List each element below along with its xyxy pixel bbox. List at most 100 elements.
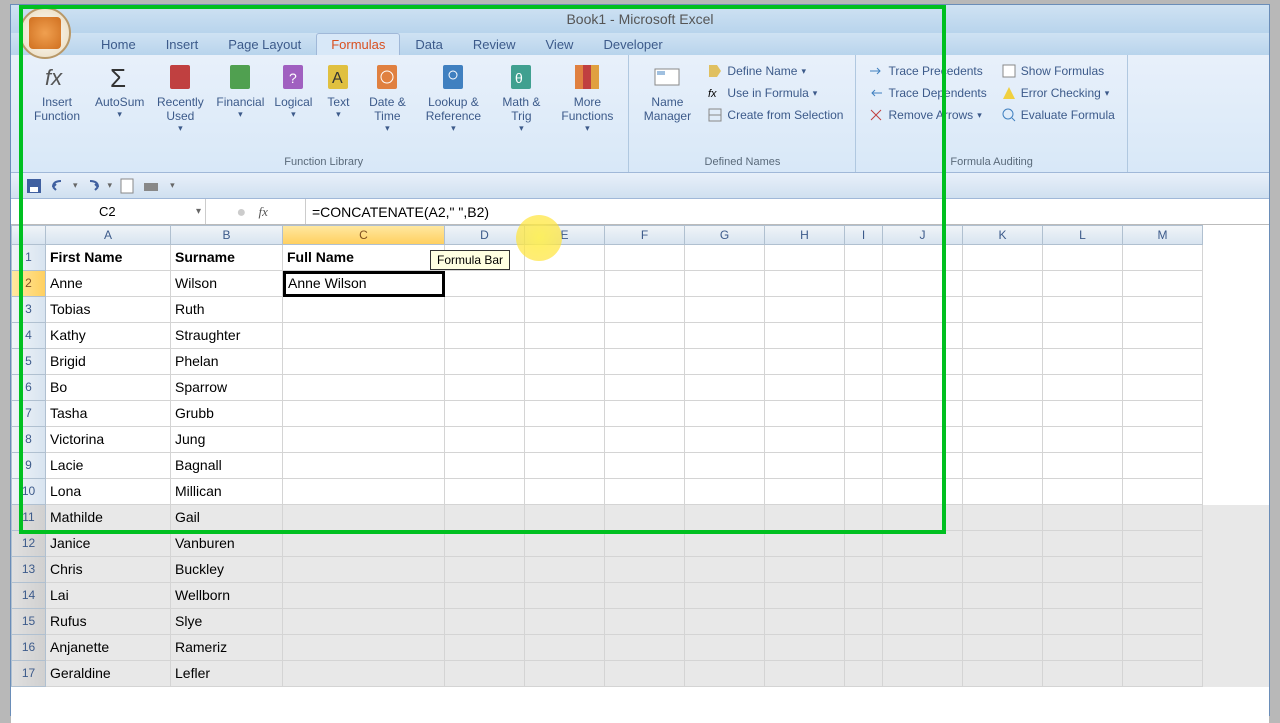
- row-header[interactable]: 1: [11, 245, 46, 271]
- cell[interactable]: [1043, 245, 1123, 271]
- cell[interactable]: Grubb: [171, 401, 283, 427]
- name-box[interactable]: C2 ▾: [11, 199, 206, 224]
- cell[interactable]: [883, 557, 963, 583]
- cell[interactable]: [1123, 349, 1203, 375]
- cell[interactable]: [963, 297, 1043, 323]
- evaluate-formula-button[interactable]: Evaluate Formula: [997, 105, 1119, 125]
- cell[interactable]: [525, 245, 605, 271]
- cell[interactable]: [283, 557, 445, 583]
- cell[interactable]: [283, 505, 445, 531]
- cell[interactable]: [765, 505, 845, 531]
- cell[interactable]: [883, 349, 963, 375]
- cell[interactable]: Wellborn: [171, 583, 283, 609]
- cell[interactable]: [525, 557, 605, 583]
- cell[interactable]: Straughter: [171, 323, 283, 349]
- cell[interactable]: [445, 271, 525, 297]
- cell[interactable]: [525, 531, 605, 557]
- cancel-icon[interactable]: ●: [237, 204, 253, 220]
- math-trig-button[interactable]: θ Math & Trig ▾: [492, 59, 550, 136]
- cell[interactable]: [845, 531, 883, 557]
- text-button[interactable]: A Text ▾: [318, 59, 358, 136]
- cell[interactable]: Jung: [171, 427, 283, 453]
- cell[interactable]: [845, 427, 883, 453]
- cell[interactable]: [1043, 609, 1123, 635]
- cell[interactable]: Phelan: [171, 349, 283, 375]
- cell[interactable]: [525, 271, 605, 297]
- cell[interactable]: [445, 609, 525, 635]
- cell[interactable]: [1123, 661, 1203, 687]
- row-header[interactable]: 3: [11, 297, 46, 323]
- cell[interactable]: [845, 271, 883, 297]
- worksheet-grid[interactable]: ABCDEFGHIJKLM 1First NameSurnameFull Nam…: [11, 225, 1269, 723]
- cell[interactable]: [1043, 427, 1123, 453]
- cell[interactable]: [963, 427, 1043, 453]
- tab-insert[interactable]: Insert: [151, 33, 214, 55]
- cell[interactable]: [765, 453, 845, 479]
- cell[interactable]: [963, 557, 1043, 583]
- cell[interactable]: [685, 323, 765, 349]
- cell[interactable]: [1043, 583, 1123, 609]
- col-header-I[interactable]: I: [845, 225, 883, 245]
- cell[interactable]: [283, 609, 445, 635]
- cell[interactable]: [963, 531, 1043, 557]
- cell[interactable]: [845, 349, 883, 375]
- tab-page-layout[interactable]: Page Layout: [213, 33, 316, 55]
- cell[interactable]: [765, 531, 845, 557]
- cell[interactable]: [525, 609, 605, 635]
- col-header-K[interactable]: K: [963, 225, 1043, 245]
- cell[interactable]: [883, 479, 963, 505]
- cell[interactable]: [525, 323, 605, 349]
- tab-home[interactable]: Home: [86, 33, 151, 55]
- cell[interactable]: [1123, 271, 1203, 297]
- col-header-C[interactable]: C: [283, 225, 445, 245]
- cell[interactable]: [685, 271, 765, 297]
- cell[interactable]: [445, 453, 525, 479]
- cell[interactable]: [525, 349, 605, 375]
- cell[interactable]: [525, 401, 605, 427]
- cell[interactable]: [605, 557, 685, 583]
- chevron-down-icon[interactable]: ▾: [196, 206, 201, 217]
- col-header-H[interactable]: H: [765, 225, 845, 245]
- cell[interactable]: Bagnall: [171, 453, 283, 479]
- cell[interactable]: [605, 323, 685, 349]
- cell[interactable]: [765, 245, 845, 271]
- cell[interactable]: Chris: [46, 557, 171, 583]
- cell[interactable]: Ruth: [171, 297, 283, 323]
- cell[interactable]: [1123, 557, 1203, 583]
- cell[interactable]: [445, 375, 525, 401]
- col-header-G[interactable]: G: [685, 225, 765, 245]
- cell[interactable]: [605, 479, 685, 505]
- cell[interactable]: Tasha: [46, 401, 171, 427]
- cell[interactable]: [685, 635, 765, 661]
- cell[interactable]: [1123, 531, 1203, 557]
- cell[interactable]: [685, 557, 765, 583]
- col-header-D[interactable]: D: [445, 225, 525, 245]
- cell[interactable]: [1123, 401, 1203, 427]
- col-header-L[interactable]: L: [1043, 225, 1123, 245]
- cell[interactable]: [845, 375, 883, 401]
- cell[interactable]: [765, 635, 845, 661]
- cell[interactable]: [883, 453, 963, 479]
- tab-view[interactable]: View: [531, 33, 589, 55]
- cell[interactable]: [845, 453, 883, 479]
- cell[interactable]: [1043, 271, 1123, 297]
- cell[interactable]: [605, 661, 685, 687]
- cell[interactable]: [283, 453, 445, 479]
- undo-dropdown[interactable]: ▾: [73, 180, 78, 191]
- tab-data[interactable]: Data: [400, 33, 457, 55]
- cell[interactable]: [765, 401, 845, 427]
- col-header-B[interactable]: B: [171, 225, 283, 245]
- cell[interactable]: [963, 453, 1043, 479]
- cell[interactable]: [1123, 323, 1203, 349]
- cell[interactable]: [1043, 375, 1123, 401]
- row-header[interactable]: 13: [11, 557, 46, 583]
- cell[interactable]: Slye: [171, 609, 283, 635]
- cell[interactable]: [845, 479, 883, 505]
- cell[interactable]: [883, 401, 963, 427]
- cell[interactable]: [765, 557, 845, 583]
- cell[interactable]: [525, 505, 605, 531]
- row-header[interactable]: 16: [11, 635, 46, 661]
- cell[interactable]: [283, 349, 445, 375]
- trace-dependents-button[interactable]: Trace Dependents: [864, 83, 990, 103]
- cell[interactable]: [283, 531, 445, 557]
